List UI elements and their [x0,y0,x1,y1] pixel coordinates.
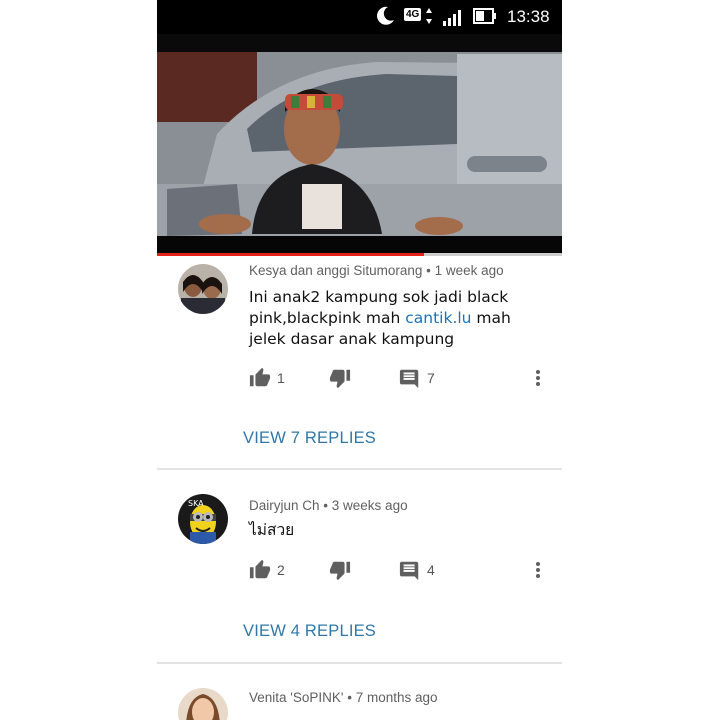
avatar-image [178,264,228,314]
comment-actions: 1 7 [249,366,549,390]
phone-screen: 4G 13:38 Kesya dan anggi Situmorang • 1 … [157,0,562,720]
comment-meta: Kesya dan anggi Situmorang • 1 week ago [249,263,504,278]
comment-item: SKA Dairyjun Ch • 3 weeks ago ไม่สวย 2 4… [157,470,562,662]
status-bar: 4G 13:38 [157,0,562,34]
comment-actions: 2 4 [249,558,549,582]
comment-author[interactable]: Kesya dan anggi Situmorang [249,263,422,278]
dislike-button[interactable] [329,558,351,582]
comment-item: Venita 'SoPINK' • 7 months ago [157,664,562,720]
comment-text: ไม่สวย [249,521,295,539]
comment-link[interactable]: cantik.lu [405,309,471,327]
data-activity-icon [426,8,432,24]
thumbs-down-icon [329,369,351,389]
meta-separator: • [347,690,356,705]
reply-count: 7 [427,370,435,386]
video-frame [157,34,562,256]
svg-text:SKA: SKA [188,499,204,508]
meta-separator: • [426,263,435,278]
comment-item: Kesya dan anggi Situmorang • 1 week ago … [157,256,562,468]
comment-icon [399,561,419,581]
network-type: 4G [404,8,422,21]
comment-age: 7 months ago [355,690,438,705]
reply-count: 4 [427,562,435,578]
avatar-image: SKA [178,494,228,544]
signal-icon [443,10,461,26]
thumbs-up-icon [249,367,271,387]
comment-author[interactable]: Dairyjun Ch [249,498,320,513]
avatar[interactable] [178,688,228,720]
view-replies-link[interactable]: VIEW 4 REPLIES [243,622,376,641]
meta-separator: • [323,498,332,513]
dislike-button[interactable] [329,366,351,390]
moon-icon [377,6,394,25]
thumbs-up-icon [249,559,271,579]
view-replies-link[interactable]: VIEW 7 REPLIES [243,429,376,448]
video-player[interactable] [157,34,562,256]
clock: 13:38 [507,7,550,26]
comment-author[interactable]: Venita 'SoPINK' [249,690,343,705]
more-vert-icon[interactable] [533,368,543,388]
avatar[interactable] [178,264,228,314]
comment-meta: Venita 'SoPINK' • 7 months ago [249,690,438,705]
comment-text: Ini anak2 kampung sok jadi black pink,bl… [249,287,539,350]
avatar-image [178,688,228,720]
comment-meta: Dairyjun Ch • 3 weeks ago [249,498,408,513]
reply-button[interactable]: 7 [399,366,435,390]
more-vert-icon[interactable] [533,560,543,580]
like-button[interactable]: 2 [249,558,285,582]
thumbs-down-icon [329,561,351,581]
like-count: 2 [277,562,285,578]
like-button[interactable]: 1 [249,366,285,390]
comment-age: 3 weeks ago [331,498,408,513]
avatar[interactable]: SKA [178,494,228,544]
like-count: 1 [277,370,285,386]
reply-button[interactable]: 4 [399,558,435,582]
battery-icon [473,8,496,24]
comment-age: 1 week ago [434,263,504,278]
comment-icon [399,369,419,389]
